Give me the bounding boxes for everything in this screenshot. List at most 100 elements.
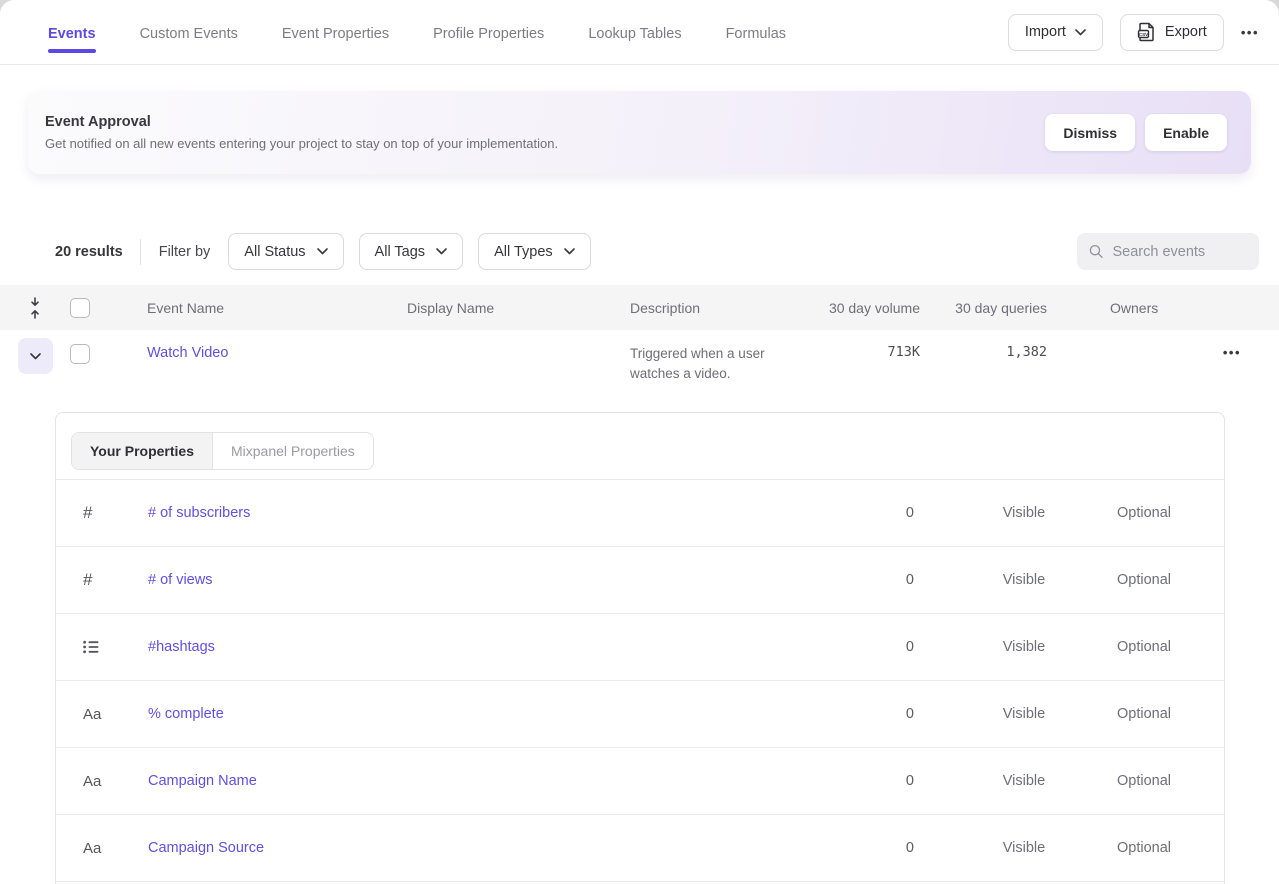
- property-requirement: Optional: [1084, 572, 1204, 588]
- types-filter-dropdown[interactable]: All Types: [478, 233, 591, 270]
- tab-custom-events[interactable]: Custom Events: [140, 4, 238, 61]
- types-filter-label: All Types: [494, 244, 553, 260]
- owners-cell: [1047, 330, 1190, 344]
- status-filter-dropdown[interactable]: All Status: [228, 233, 343, 270]
- property-visibility: Visible: [964, 639, 1084, 655]
- property-visibility: Visible: [964, 773, 1084, 789]
- banner-actions: Dismiss Enable: [1045, 114, 1227, 151]
- property-requirement: Optional: [1084, 639, 1204, 655]
- tab-profile-properties[interactable]: Profile Properties: [433, 4, 544, 61]
- dismiss-button[interactable]: Dismiss: [1045, 114, 1135, 151]
- property-row: Aa Campaign Source 0 Visible Optional: [56, 815, 1224, 882]
- chevron-down-icon: [1075, 29, 1086, 36]
- tab-events[interactable]: Events: [48, 4, 96, 61]
- text-type-icon: Aa: [56, 706, 101, 723]
- search-input[interactable]: [1112, 244, 1247, 260]
- property-requirement: Optional: [1084, 505, 1204, 521]
- banner-title: Event Approval: [45, 114, 1045, 130]
- row-checkbox[interactable]: [70, 344, 90, 364]
- tab-your-properties[interactable]: Your Properties: [72, 433, 212, 469]
- enable-button[interactable]: Enable: [1145, 114, 1227, 151]
- property-row: # # of subscribers 0 Visible Optional: [56, 480, 1224, 547]
- property-row: #hashtags 0 Visible Optional: [56, 614, 1224, 681]
- column-header-queries: 30 day queries: [920, 300, 1047, 316]
- nav-actions: Import CSV Export •••: [1008, 14, 1259, 51]
- volume-cell: 713K: [820, 330, 920, 360]
- property-name-link[interactable]: % complete: [148, 706, 804, 722]
- select-all-checkbox[interactable]: [70, 298, 90, 318]
- text-type-icon: Aa: [56, 840, 101, 857]
- search-icon: [1089, 243, 1103, 260]
- more-menu-icon[interactable]: •••: [1241, 25, 1259, 40]
- event-name-link[interactable]: Watch Video: [147, 345, 228, 361]
- nav-tabs: Events Custom Events Event Properties Pr…: [48, 4, 1008, 61]
- list-type-icon: [56, 640, 99, 654]
- collapse-all-icon[interactable]: [28, 297, 42, 319]
- export-button-label: Export: [1165, 24, 1207, 40]
- number-type-icon: #: [56, 570, 92, 590]
- import-button-label: Import: [1025, 24, 1066, 40]
- number-type-icon: #: [56, 503, 92, 523]
- lexicon-events-page: Events Custom Events Event Properties Pr…: [0, 0, 1279, 884]
- property-requirement: Optional: [1084, 706, 1204, 722]
- property-visibility: Visible: [964, 572, 1084, 588]
- export-button[interactable]: CSV Export: [1120, 14, 1224, 51]
- property-value: 0: [804, 639, 914, 655]
- column-header-description: Description: [630, 300, 820, 316]
- row-expander-button[interactable]: [18, 338, 53, 374]
- properties-tabbar: Your Properties Mixpanel Properties: [56, 413, 1224, 480]
- column-header-event-name: Event Name: [147, 300, 407, 316]
- filter-row: 20 results Filter by All Status All Tags…: [0, 233, 1279, 270]
- column-header-owners: Owners: [1047, 300, 1190, 316]
- table-row: Watch Video Triggered when a user watche…: [0, 330, 1279, 399]
- column-header-display-name: Display Name: [407, 300, 630, 316]
- chevron-down-icon: [436, 248, 447, 255]
- banner-text: Event Approval Get notified on all new e…: [45, 114, 1045, 151]
- display-name-cell: [407, 330, 630, 344]
- property-name-link[interactable]: Campaign Source: [148, 840, 804, 856]
- row-more-menu-icon[interactable]: •••: [1223, 345, 1241, 360]
- property-visibility: Visible: [964, 840, 1084, 856]
- svg-text:CSV: CSV: [1139, 32, 1149, 37]
- divider: [140, 239, 141, 265]
- property-row: # # of views 0 Visible Optional: [56, 547, 1224, 614]
- property-visibility: Visible: [964, 706, 1084, 722]
- filter-dropdowns: All Status All Tags All Types: [228, 233, 590, 270]
- property-value: 0: [804, 840, 914, 856]
- property-value: 0: [804, 773, 914, 789]
- property-row: Aa % complete 0 Visible Optional: [56, 681, 1224, 748]
- tags-filter-label: All Tags: [375, 244, 426, 260]
- status-filter-label: All Status: [244, 244, 305, 260]
- results-count: 20 results: [55, 244, 123, 260]
- property-value: 0: [804, 706, 914, 722]
- property-visibility: Visible: [964, 505, 1084, 521]
- description-cell: Triggered when a user watches a video.: [630, 330, 800, 384]
- queries-cell: 1,382: [920, 330, 1047, 360]
- search-box: [1077, 233, 1259, 270]
- tab-event-properties[interactable]: Event Properties: [282, 4, 389, 61]
- property-row: Aa Campaign Name 0 Visible Optional: [56, 748, 1224, 815]
- text-type-icon: Aa: [56, 773, 101, 790]
- chevron-down-icon: [30, 353, 41, 360]
- csv-file-icon: CSV: [1137, 22, 1156, 42]
- properties-panel: Your Properties Mixpanel Properties # # …: [55, 412, 1225, 884]
- import-button[interactable]: Import: [1008, 14, 1103, 51]
- tab-mixpanel-properties[interactable]: Mixpanel Properties: [212, 433, 373, 469]
- tab-lookup-tables[interactable]: Lookup Tables: [588, 4, 681, 61]
- property-name-link[interactable]: # of subscribers: [148, 505, 804, 521]
- chevron-down-icon: [564, 248, 575, 255]
- property-name-link[interactable]: # of views: [148, 572, 804, 588]
- property-value: 0: [804, 505, 914, 521]
- chevron-down-icon: [317, 248, 328, 255]
- event-approval-banner: Event Approval Get notified on all new e…: [28, 91, 1251, 174]
- property-name-link[interactable]: Campaign Name: [148, 773, 804, 789]
- tags-filter-dropdown[interactable]: All Tags: [359, 233, 464, 270]
- column-header-volume: 30 day volume: [820, 300, 920, 316]
- property-name-link[interactable]: #hashtags: [148, 639, 804, 655]
- tab-formulas[interactable]: Formulas: [726, 4, 786, 61]
- table-header: Event Name Display Name Description 30 d…: [0, 285, 1279, 330]
- top-nav: Events Custom Events Event Properties Pr…: [0, 0, 1279, 65]
- property-value: 0: [804, 572, 914, 588]
- property-requirement: Optional: [1084, 840, 1204, 856]
- property-requirement: Optional: [1084, 773, 1204, 789]
